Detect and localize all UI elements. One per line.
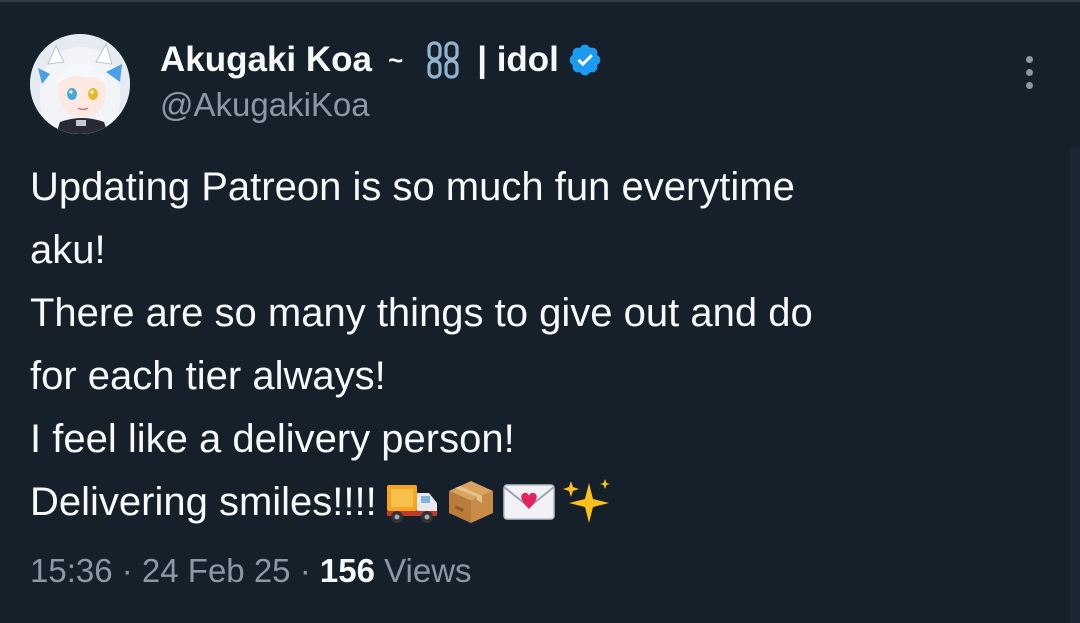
meta-separator: ·	[112, 552, 142, 589]
love-letter-emoji	[501, 477, 557, 525]
more-options-button[interactable]	[1012, 50, 1046, 94]
more-dot-icon	[1025, 68, 1033, 76]
verified-badge-icon	[567, 42, 603, 78]
views-count[interactable]: 156	[320, 552, 375, 589]
author-name-row[interactable]: Akugaki Koa ~ | idol	[160, 38, 603, 82]
avatar[interactable]	[30, 34, 130, 134]
display-name[interactable]: Akugaki Koa	[160, 40, 372, 80]
meta-separator: ·	[290, 552, 320, 589]
package-emoji	[443, 477, 499, 525]
author-handle[interactable]: @AkugakiKoa	[160, 86, 370, 124]
tweet-line: Delivering smiles!!!!	[30, 480, 377, 524]
more-dot-icon	[1025, 81, 1033, 89]
tweet-text: Updating Patreon is so much fun everytim…	[30, 156, 1040, 534]
tweet-line: Updating Patreon is so much fun everytim…	[30, 165, 795, 209]
tweet-meta: 15:36 · 24 Feb 25 · 156 Views	[30, 552, 472, 590]
more-dot-icon	[1025, 55, 1033, 63]
tweet-line: There are so many things to give out and…	[30, 291, 813, 335]
delivery-truck-emoji	[385, 477, 441, 525]
emoji-row	[385, 477, 617, 525]
wave-glyph: ~	[388, 44, 404, 75]
tweet-time[interactable]: 15:36	[30, 552, 113, 589]
tweet-line: aku!	[30, 228, 106, 272]
tweet-last-line: Delivering smiles!!!!	[30, 471, 1040, 534]
views-label: Views	[374, 552, 472, 589]
chain-link-icon	[423, 40, 463, 80]
sparkles-emoji	[559, 477, 615, 525]
profile-tag: | idol	[477, 40, 559, 79]
tweet-line: I feel like a delivery person!	[30, 417, 515, 461]
tweet: Akugaki Koa ~ | idol @AkugakiKoa Updatin…	[0, 0, 1080, 623]
tweet-date[interactable]: 24 Feb 25	[142, 552, 291, 589]
tweet-line: for each tier always!	[30, 354, 386, 398]
